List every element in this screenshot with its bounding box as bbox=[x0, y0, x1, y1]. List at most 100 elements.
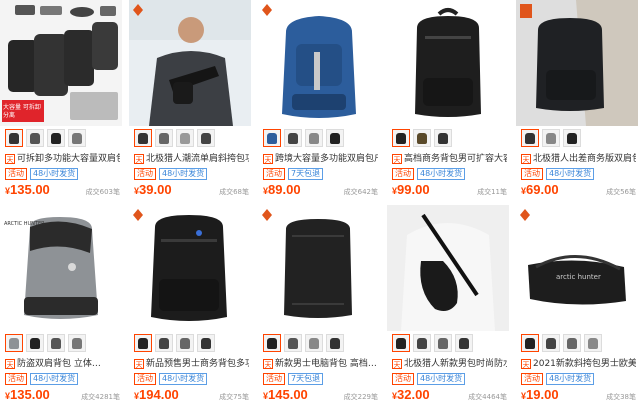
thumbnail[interactable] bbox=[563, 129, 581, 147]
shop-tag: 天 bbox=[263, 359, 273, 369]
price: ¥69.00 bbox=[521, 182, 559, 197]
thumbnail[interactable] bbox=[134, 129, 152, 147]
thumbnail[interactable] bbox=[47, 129, 65, 147]
thumbnail[interactable] bbox=[392, 334, 410, 352]
product-image[interactable] bbox=[129, 205, 251, 331]
product-image[interactable]: arctic hunter bbox=[516, 205, 638, 331]
thumbnail[interactable] bbox=[47, 334, 65, 352]
thumbnail[interactable] bbox=[26, 129, 44, 147]
product-card[interactable]: 天新品预售男士商务背包多功… 活动 48小时发货 ¥194.00 成交75笔 bbox=[129, 205, 251, 405]
product-title-text: 北极猎人出差商务版双肩包男士… bbox=[533, 154, 636, 164]
product-card[interactable]: 天北极猎人新款男包时尚防水… 活动 48小时发货 ¥32.00 成交4464笔 bbox=[387, 205, 509, 405]
product-card[interactable]: arctic hunter 天2021新款斜挎包男士欧美潮… 活动 48小时发货… bbox=[516, 205, 638, 405]
thumbnail[interactable] bbox=[68, 334, 86, 352]
product-image[interactable] bbox=[258, 205, 380, 331]
product-card[interactable]: ARCTIC HUNTER 天防盗双肩背包 立体… 活动 48小时发货 ¥135… bbox=[0, 205, 122, 405]
thumbnail[interactable] bbox=[284, 334, 302, 352]
product-title[interactable]: 天新品预售男士商务背包多功… bbox=[134, 357, 249, 371]
shipping-badge: 48小时发货 bbox=[417, 168, 466, 180]
thumbnail[interactable] bbox=[584, 334, 602, 352]
product-title[interactable]: 天2021新款斜挎包男士欧美潮… bbox=[521, 357, 636, 371]
thumbnail[interactable] bbox=[521, 129, 539, 147]
product-card[interactable]: 天新款男士电脑背包 高档… 活动 7天包退 ¥145.00 成交229笔 bbox=[258, 205, 380, 405]
thumbnail[interactable] bbox=[392, 129, 410, 147]
promo-badge: 活动 bbox=[5, 373, 27, 385]
shop-tag: 天 bbox=[5, 359, 15, 369]
thumbnail[interactable] bbox=[542, 334, 560, 352]
price-value: 39.00 bbox=[139, 182, 172, 197]
thumbnail[interactable] bbox=[542, 129, 560, 147]
product-title-text: 防盗双肩背包 立体… bbox=[17, 359, 101, 369]
thumbnail[interactable] bbox=[326, 129, 344, 147]
brand-logo-icon bbox=[133, 4, 143, 16]
thumbnail[interactable] bbox=[434, 129, 452, 147]
shipping-badge: 48小时发货 bbox=[159, 168, 208, 180]
thumbnail[interactable] bbox=[5, 334, 23, 352]
promo-badge: 活动 bbox=[521, 373, 543, 385]
thumbnail[interactable] bbox=[263, 129, 281, 147]
promo-badge: 活动 bbox=[263, 168, 285, 180]
product-image[interactable] bbox=[387, 205, 509, 331]
product-title[interactable]: 天北极猎人新款男包时尚防水… bbox=[392, 357, 507, 371]
product-image[interactable] bbox=[258, 0, 380, 126]
thumbnail[interactable] bbox=[263, 334, 281, 352]
product-title[interactable]: 天高档商务背包男可扩容大容… bbox=[392, 152, 507, 166]
product-image[interactable] bbox=[129, 0, 251, 126]
thumbnail[interactable] bbox=[26, 334, 44, 352]
price-value: 145.00 bbox=[268, 387, 308, 402]
thumbnail-row bbox=[392, 334, 473, 354]
promo-badge: 活动 bbox=[392, 373, 414, 385]
product-card[interactable]: 天北极猎人出差商务版双肩包男士… 活动 48小时发货 ¥69.00 成交56笔 bbox=[516, 0, 638, 200]
thumbnail[interactable] bbox=[413, 129, 431, 147]
thumbnail[interactable] bbox=[455, 334, 473, 352]
brand-logo-icon bbox=[520, 209, 530, 221]
shipping-badge: 48小时发货 bbox=[546, 168, 595, 180]
sales-count: 成交4464笔 bbox=[468, 393, 507, 401]
price-value: 69.00 bbox=[526, 182, 559, 197]
product-title[interactable]: 天北极猎人潮流单肩斜挎包功… bbox=[134, 152, 249, 166]
product-card[interactable]: 天高档商务背包男可扩容大容… 活动 48小时发货 ¥99.00 成交11笔 bbox=[387, 0, 509, 200]
shipping-badge: 48小时发货 bbox=[159, 373, 208, 385]
thumbnail[interactable] bbox=[326, 334, 344, 352]
thumbnail[interactable] bbox=[521, 334, 539, 352]
product-image[interactable] bbox=[516, 0, 638, 126]
thumbnail[interactable] bbox=[413, 334, 431, 352]
shop-tag: 天 bbox=[521, 359, 531, 369]
product-image[interactable]: 大容量 可拆卸分离 bbox=[0, 0, 122, 126]
thumbnail[interactable] bbox=[134, 334, 152, 352]
product-title-text: 北极猎人潮流单肩斜挎包功… bbox=[146, 154, 249, 164]
product-title[interactable]: 天新款男士电脑背包 高档… bbox=[263, 357, 378, 371]
thumbnail[interactable] bbox=[176, 129, 194, 147]
product-title[interactable]: 天可拆卸多功能大容量双肩包… bbox=[5, 152, 120, 166]
shipping-badge: 48小时发货 bbox=[417, 373, 466, 385]
product-image[interactable] bbox=[387, 0, 509, 126]
product-card[interactable]: 天跨境大容量多功能双肩包户… 活动 7天包退 ¥89.00 成交642笔 bbox=[258, 0, 380, 200]
thumbnail[interactable] bbox=[176, 334, 194, 352]
product-image[interactable]: ARCTIC HUNTER bbox=[0, 205, 122, 331]
product-title[interactable]: 天跨境大容量多功能双肩包户… bbox=[263, 152, 378, 166]
shop-tag: 天 bbox=[134, 154, 144, 164]
promo-badge: 活动 bbox=[392, 168, 414, 180]
shipping-badge: 48小时发货 bbox=[546, 373, 595, 385]
thumbnail[interactable] bbox=[5, 129, 23, 147]
badge-row: 活动 48小时发货 bbox=[521, 168, 595, 180]
thumbnail[interactable] bbox=[434, 334, 452, 352]
thumbnail-row bbox=[134, 334, 215, 354]
thumbnail[interactable] bbox=[197, 334, 215, 352]
product-card[interactable]: 大容量 可拆卸分离 天可拆卸多功能大容量双肩包… 活动 48小时发货 ¥135.… bbox=[0, 0, 122, 200]
thumbnail[interactable] bbox=[305, 129, 323, 147]
thumbnail[interactable] bbox=[68, 129, 86, 147]
thumbnail[interactable] bbox=[155, 334, 173, 352]
product-title[interactable]: 天防盗双肩背包 立体… bbox=[5, 357, 120, 371]
thumbnail[interactable] bbox=[563, 334, 581, 352]
thumbnail[interactable] bbox=[284, 129, 302, 147]
thumbnail[interactable] bbox=[305, 334, 323, 352]
product-title[interactable]: 天北极猎人出差商务版双肩包男士… bbox=[521, 152, 636, 166]
product-card[interactable]: 天北极猎人潮流单肩斜挎包功… 活动 48小时发货 ¥39.00 成交68笔 bbox=[129, 0, 251, 200]
price: ¥89.00 bbox=[263, 182, 301, 197]
promo-badge: 活动 bbox=[521, 168, 543, 180]
badge-row: 活动 7天包退 bbox=[263, 373, 324, 385]
thumbnail[interactable] bbox=[155, 129, 173, 147]
shipping-badge: 7天包退 bbox=[288, 373, 324, 385]
thumbnail[interactable] bbox=[197, 129, 215, 147]
